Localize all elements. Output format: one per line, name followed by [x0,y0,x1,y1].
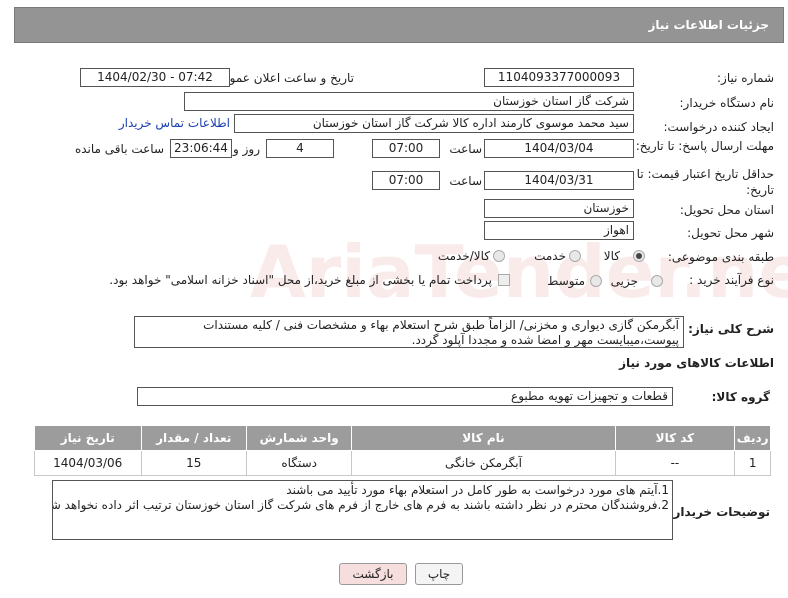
buyer-notes-line2: 2.فروشندگان محترم در نظر داشته باشند به … [52,498,669,512]
process-medium-radio[interactable] [590,275,602,287]
col-code-header: کد کالا [614,425,736,451]
description-field[interactable]: آبگرمکن گازی دیواری و مخزنی/ الزاماً طبق… [134,316,684,348]
days-label: روز و [233,142,260,156]
deadline-days-field: 4 [266,139,334,158]
category-service-label: خدمت [534,249,566,263]
process-medium-label: متوسط [547,274,585,288]
deadline-time-field: 07:00 [372,139,440,158]
category-goods-label: کالا [603,249,620,263]
goods-table: ردیف کد کالا نام کالا واحد شمارش تعداد /… [34,425,771,476]
row-number-cell: 1 [734,450,771,476]
buyer-notes-line1: 1.آیتم های مورد درخواست به طور کامل در ا… [286,483,669,497]
buyer-org-label: نام دستگاه خریدار: [679,96,775,110]
remaining-time-field: 23:06:44 [170,139,232,158]
deadline-date-field: 1404/03/04 [484,139,634,158]
delivery-province-field: خوزستان [484,199,634,218]
description-label: شرح کلی نیاز: [688,322,774,336]
deadline-label: مهلت ارسال پاسخ: تا تاریخ: [635,139,774,153]
process-minor-label: جزیی [610,274,638,288]
item-code-cell: -- [614,450,736,476]
delivery-city-field: اهواز [484,221,634,240]
page-header: جزئیات اطلاعات نیاز [14,7,784,43]
col-date-header: تاریخ نیاز [34,425,142,451]
category-goods-service-radio[interactable] [493,250,505,262]
buyer-notes-label: توضیحات خریدار: [668,505,770,519]
goods-group-field: قطعات و تجهیزات تهویه مطبوع [137,387,673,406]
back-button[interactable]: بازگشت [339,563,407,585]
treasury-payment-checkbox[interactable] [498,274,510,286]
col-name-header: نام کالا [351,425,616,451]
category-service-radio[interactable] [569,250,581,262]
need-number-field: 1104093377000093 [484,68,634,87]
announce-datetime-label: تاریخ و ساعت اعلان عمومی: [209,71,354,85]
price-validity-label: حداقل تاریخ اعتبار قیمت: تا تاریخ: [636,167,774,197]
process-minor-radio[interactable] [651,275,663,287]
unit-cell: دستگاه [245,450,353,476]
delivery-city-label: شهر محل تحویل: [687,226,774,240]
requester-label: ایجاد کننده درخواست: [663,120,774,134]
buyer-contact-link[interactable]: اطلاعات تماس خریدار [119,116,230,130]
purchase-process-label: نوع فرآیند خرید : [689,273,774,287]
buyer-notes-field[interactable]: 1.آیتم های مورد درخواست به طور کامل در ا… [52,480,673,540]
table-row: 1 -- آبگرمکن خانگی دستگاه 15 1404/03/06 [34,450,771,476]
page-title: جزئیات اطلاعات نیاز [648,18,769,32]
category-goods-service-label: کالا/خدمت [437,249,490,263]
print-button[interactable]: چاپ [415,563,463,585]
item-name-cell: آبگرمکن خانگی [351,450,616,476]
goods-info-heading: اطلاعات کالاهای مورد نیاز [619,356,774,370]
requester-field: سید محمد موسوی کارمند اداره کالا شرکت گا… [234,114,634,133]
goods-table-header: ردیف کد کالا نام کالا واحد شمارش تعداد /… [34,425,771,451]
goods-group-label: گروه کالا: [711,390,770,404]
quantity-cell: 15 [140,450,247,476]
treasury-payment-note: پرداخت تمام یا بخشی از مبلغ خرید،از محل … [109,273,492,287]
need-date-cell: 1404/03/06 [34,450,142,476]
validity-time-field: 07:00 [372,171,440,190]
deadline-hour-label: ساعت [449,142,482,156]
announce-datetime-field: 1404/02/30 - 07:42 [80,68,230,87]
buyer-org-field: شرکت گاز استان خوزستان [184,92,634,111]
delivery-province-label: استان محل تحویل: [679,203,774,217]
need-number-label: شماره نیاز: [717,71,774,85]
col-unit-header: واحد شمارش [245,425,353,451]
validity-date-field: 1404/03/31 [484,171,634,190]
col-row-header: ردیف [734,425,771,451]
validity-hour-label: ساعت [449,174,482,188]
category-label: طبقه بندی موضوعی: [667,250,774,264]
remaining-label: ساعت باقی مانده [74,142,164,156]
category-goods-radio[interactable] [633,250,645,262]
col-qty-header: تعداد / مقدار [140,425,247,451]
